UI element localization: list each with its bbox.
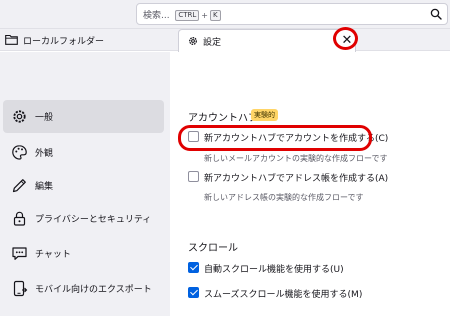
section-title-account-hub: アカウントハブ: [188, 113, 258, 124]
sidebar-item-appearance[interactable]: 外観: [3, 136, 164, 169]
shortcut-key-k: K: [209, 10, 221, 21]
sidebar-item-chat[interactable]: チャット: [3, 237, 164, 270]
gear-icon: [189, 37, 197, 45]
option-description: 新しいアドレス帳の実験的な作成フローです: [204, 193, 364, 202]
checkbox[interactable]: [188, 287, 199, 298]
section-title-scroll: スクロール: [188, 243, 238, 254]
sidebar-item-label: 編集: [35, 182, 54, 192]
option-label: 新アカウントハブでアカウントを作成する(C): [204, 134, 389, 144]
mobile-export-icon: [13, 280, 28, 297]
experimental-badge: 実験的: [251, 109, 278, 121]
gear-icon: [13, 110, 26, 123]
folder-label: ローカルフォルダー: [23, 37, 105, 47]
sidebar-item-general[interactable]: 一般: [3, 100, 164, 133]
search-input[interactable]: 検索... CTRL + K: [136, 3, 448, 25]
top-toolbar: 検索... CTRL + K: [0, 0, 450, 29]
pencil-icon: [12, 179, 26, 193]
tab-settings-label: 設定: [203, 38, 222, 48]
search-placeholder: 検索... CTRL + K: [143, 8, 221, 21]
sidebar-item-privacy-security[interactable]: プライバシーとセキュリティ: [3, 202, 164, 235]
folder-pane-header[interactable]: ローカルフォルダー: [0, 29, 170, 51]
sidebar-item-label: 外観: [35, 149, 54, 159]
checkbox[interactable]: [188, 262, 199, 273]
close-icon[interactable]: ✕: [339, 33, 355, 49]
checkbox[interactable]: [188, 171, 199, 182]
tab-settings[interactable]: 設定 ✕: [178, 29, 356, 52]
option-label: スムーズスクロール機能を使用する(M): [204, 290, 363, 300]
option-description: 新しいメールアカウントの実験的な作成フローです: [204, 154, 388, 163]
option-label: 自動スクロール機能を使用する(U): [204, 265, 344, 275]
search-placeholder-text: 検索...: [143, 11, 170, 21]
folder-icon: [5, 34, 18, 45]
settings-main: アカウントハブ 実験的 新アカウントハブでアカウントを作成する(C) 新しいメー…: [170, 52, 450, 316]
search-icon[interactable]: [430, 8, 442, 20]
tab-strip: 設定 ✕: [170, 29, 450, 52]
palette-icon: [12, 145, 27, 160]
settings-sidebar: 一般 外観 編集 プライバシーとセキュリティ チャット モバイル向けのエクスポー…: [0, 52, 170, 316]
chat-icon: [12, 247, 27, 260]
sidebar-item-label: チャット: [35, 250, 71, 260]
option-label: 新アカウントハブでアドレス帳を作成する(A): [204, 174, 389, 184]
sidebar-item-label: モバイル向けのエクスポート: [35, 285, 152, 295]
shortcut-plus: +: [201, 11, 208, 20]
sidebar-item-composition[interactable]: 編集: [3, 169, 164, 202]
sidebar-item-mobile-export[interactable]: モバイル向けのエクスポート: [3, 272, 164, 305]
sidebar-item-label: プライバシーとセキュリティ: [35, 215, 152, 225]
sidebar-item-label: 一般: [35, 113, 54, 123]
lock-icon: [13, 211, 26, 226]
shortcut-key-ctrl: CTRL: [175, 10, 200, 21]
checkbox[interactable]: [188, 131, 199, 142]
